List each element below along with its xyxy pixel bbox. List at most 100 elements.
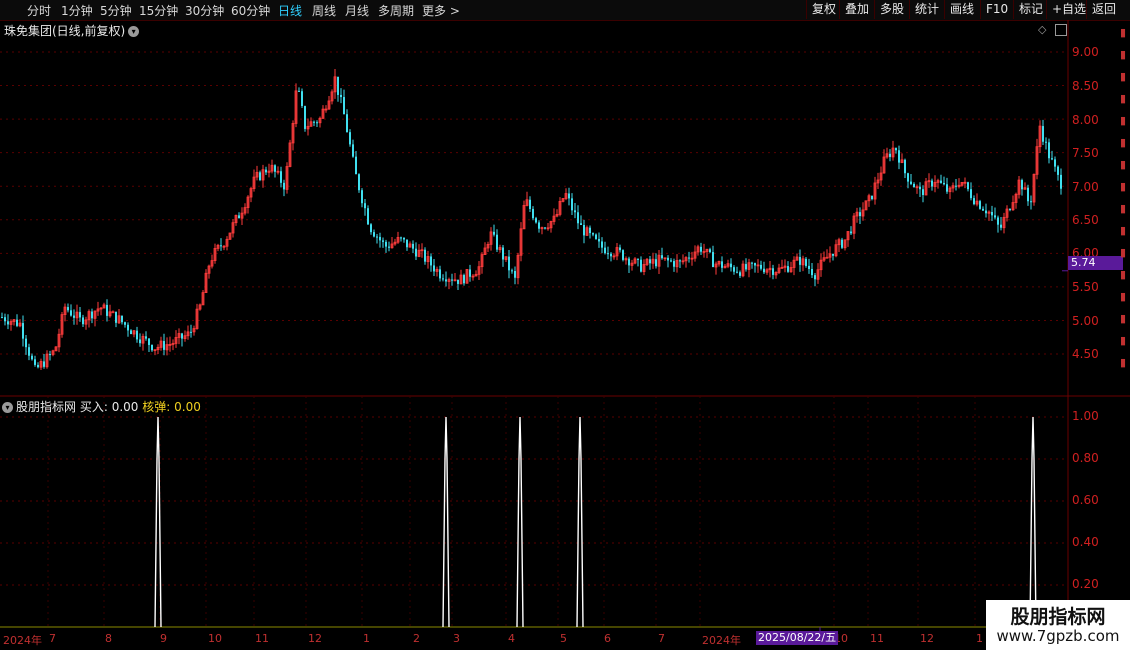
- candle-body-down: [148, 338, 150, 345]
- buy-label: 买入:: [79, 400, 108, 414]
- candle-body-down: [739, 272, 741, 276]
- candle-body-down: [811, 268, 813, 276]
- candle-body-down: [898, 150, 900, 163]
- candle-body-down: [577, 212, 579, 224]
- panel-toggle-icon[interactable]: [1055, 24, 1067, 36]
- candle-body-down: [601, 241, 603, 248]
- candle-body-down: [814, 275, 816, 280]
- indicator-header: ▾ 股朋指标网 买入: 0.00 核弹: 0.00: [2, 398, 201, 415]
- candle-body-down: [1027, 187, 1029, 202]
- candle-body-down: [355, 156, 357, 175]
- candle-body-down: [904, 159, 906, 174]
- candle-body-down: [388, 246, 390, 248]
- chevron-down-icon[interactable]: ▾: [128, 26, 140, 37]
- candle-body-down: [772, 268, 774, 275]
- candle-body-down: [610, 253, 612, 257]
- y-tick: 4.50: [1072, 347, 1099, 361]
- candle-body-down: [751, 262, 753, 264]
- candle-body-down: [25, 338, 27, 348]
- candle-body-down: [607, 253, 609, 255]
- candle-body-down: [301, 91, 303, 107]
- candle-body-down: [736, 271, 738, 273]
- ind-y-tick: 0.20: [1072, 577, 1099, 591]
- candle-body-down: [592, 233, 594, 235]
- candle-body-down: [28, 347, 30, 356]
- candle-body-down: [280, 171, 282, 183]
- y-tick: 6.50: [1072, 213, 1099, 227]
- candle-body-down: [130, 330, 132, 335]
- candle-body-down: [49, 354, 51, 356]
- candle-body-down: [361, 190, 363, 204]
- candle-body-down: [1048, 142, 1050, 159]
- candle-body-down: [304, 106, 306, 129]
- candle-body-down: [31, 355, 33, 360]
- candle-body-down: [265, 169, 267, 173]
- candle-body-down: [574, 210, 576, 213]
- chevron-down-icon[interactable]: ▾: [2, 402, 13, 413]
- candle-body-down: [121, 315, 123, 323]
- x-label: 9: [160, 632, 167, 645]
- candle-body-down: [1009, 209, 1011, 211]
- candle-body-down: [943, 182, 945, 185]
- candle-body-down: [973, 198, 975, 205]
- candle-body-down: [589, 227, 591, 234]
- candle-body-down: [583, 225, 585, 236]
- current-price-tag: 5.74: [1068, 256, 1123, 270]
- candle-body-down: [124, 322, 126, 325]
- candle-body-down: [508, 256, 510, 271]
- candle-body-down: [502, 247, 504, 260]
- indicator-spike: [154, 416, 162, 628]
- candle-body-down: [730, 263, 732, 268]
- candle-body-down: [982, 208, 984, 211]
- indicator-spike: [576, 416, 584, 628]
- candle-body-down: [274, 165, 276, 172]
- candle-body-down: [298, 90, 300, 92]
- candle-body-down: [313, 121, 315, 123]
- candle-body-down: [16, 319, 18, 326]
- candle-body-down: [913, 183, 915, 188]
- indicator-spike: [516, 416, 524, 628]
- candle-body-down: [568, 193, 570, 199]
- candle-body-down: [628, 258, 630, 266]
- candle-body-down: [763, 268, 765, 273]
- ind-y-tick: 1.00: [1072, 409, 1099, 423]
- candle-body-down: [469, 269, 471, 277]
- candle-body-down: [382, 240, 384, 242]
- candle-body-down: [349, 132, 351, 145]
- candle-body-down: [799, 256, 801, 265]
- candle-body-down: [181, 333, 183, 339]
- candle-body-down: [220, 245, 222, 247]
- candle-body-down: [970, 189, 972, 199]
- candle-body-down: [406, 239, 408, 248]
- candle-body-down: [946, 184, 948, 192]
- candle-body-down: [532, 208, 534, 219]
- x-label: 1: [363, 632, 370, 645]
- y-tick: 8.00: [1072, 113, 1099, 127]
- candle-body-down: [439, 269, 441, 279]
- candle-body-down: [385, 241, 387, 247]
- candle-body-down: [514, 270, 516, 278]
- x-label: 2: [413, 632, 420, 645]
- cursor-date-tag: 2025/08/22/五: [756, 631, 839, 645]
- ind-y-tick: 0.40: [1072, 535, 1099, 549]
- kline-chart[interactable]: [0, 0, 1130, 650]
- candle-body-down: [622, 250, 624, 260]
- candle-body-down: [190, 331, 192, 333]
- x-label: 7: [658, 632, 665, 645]
- diamond-icon[interactable]: ◇: [1038, 23, 1046, 36]
- candle-body-down: [496, 234, 498, 250]
- candle-body-down: [991, 211, 993, 216]
- candle-body-down: [1030, 201, 1032, 203]
- candle-body-down: [1, 317, 3, 319]
- candle-body-down: [373, 232, 375, 237]
- candle-body-down: [43, 361, 45, 367]
- candle-body-down: [340, 94, 342, 98]
- candle-body-down: [412, 243, 414, 249]
- candle-body-down: [22, 323, 24, 339]
- candle-body-down: [595, 234, 597, 239]
- candle-body-down: [805, 258, 807, 266]
- y-tick: 9.00: [1072, 45, 1099, 59]
- hedan-label: 核弹:: [142, 400, 171, 414]
- candle-body-down: [985, 210, 987, 214]
- candle-body-down: [919, 186, 921, 190]
